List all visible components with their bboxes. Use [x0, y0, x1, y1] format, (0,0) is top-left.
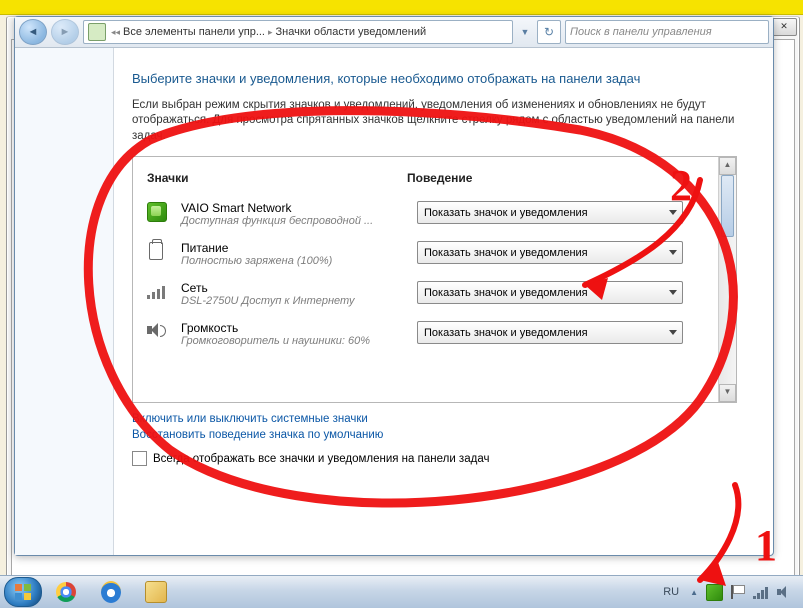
- main-pane: Выберите значки и уведомления, которые н…: [114, 48, 773, 555]
- nav-bar: ◄ ► ◂◂ Все элементы панели упр... ▸ Знач…: [15, 17, 773, 48]
- breadcrumb-root[interactable]: Все элементы панели упр...: [123, 26, 265, 38]
- control-panel-window: ◄ ► ◂◂ Все элементы панели упр... ▸ Знач…: [14, 16, 774, 556]
- system-tray: RU ▲: [660, 584, 799, 601]
- row-subtitle: Полностью заряжена (100%): [181, 255, 407, 267]
- breadcrumb-dropdown[interactable]: ▼: [517, 27, 533, 37]
- refresh-button[interactable]: ↻: [537, 20, 561, 44]
- behavior-dropdown[interactable]: Показать значок и уведомления: [417, 241, 683, 264]
- vaio-icon: [147, 202, 167, 222]
- page-description: Если выбран режим скрытия значков и увед…: [132, 98, 737, 145]
- tray-action-center-icon[interactable]: [731, 585, 745, 599]
- scroll-up-button[interactable]: ▲: [719, 157, 736, 175]
- dropdown-value: Показать значок и уведомления: [424, 207, 588, 219]
- column-header-behavior: Поведение: [407, 171, 704, 185]
- always-show-checkbox[interactable]: [132, 451, 147, 466]
- list-item: VAIO Smart Network Доступная функция бес…: [147, 197, 704, 237]
- network-icon: [147, 285, 165, 299]
- row-subtitle: Доступная функция беспроводной ...: [181, 215, 407, 227]
- page-heading: Выберите значки и уведомления, которые н…: [132, 70, 737, 88]
- back-button[interactable]: ◄: [19, 19, 47, 45]
- explorer-icon: [145, 581, 167, 603]
- close-button[interactable]: ✕: [771, 18, 797, 36]
- language-indicator[interactable]: RU: [660, 584, 682, 600]
- tray-volume-icon[interactable]: [777, 585, 793, 599]
- row-subtitle: Громкоговоритель и наушники: 60%: [181, 335, 407, 347]
- start-button[interactable]: [4, 577, 42, 607]
- taskbar-ie[interactable]: [90, 578, 132, 606]
- ie-icon: [101, 581, 121, 603]
- taskbar-chrome[interactable]: [45, 578, 87, 606]
- list-item: Питание Полностью заряжена (100%) Показа…: [147, 237, 704, 277]
- chrome-icon: [56, 582, 76, 602]
- forward-button[interactable]: ►: [51, 19, 79, 45]
- taskbar: RU ▲: [0, 575, 803, 608]
- link-toggle-system-icons[interactable]: Включить или выключить системные значки: [132, 413, 737, 425]
- taskbar-explorer[interactable]: [135, 578, 177, 606]
- row-subtitle: DSL-2750U Доступ к Интернету: [181, 295, 407, 307]
- tray-overflow-button[interactable]: ▲: [690, 588, 698, 597]
- scroll-down-button[interactable]: ▼: [719, 384, 736, 402]
- column-header-icons: Значки: [147, 171, 407, 185]
- tray-network-icon[interactable]: [753, 586, 769, 599]
- background-strip: [0, 0, 803, 15]
- dropdown-value: Показать значок и уведомления: [424, 327, 588, 339]
- row-title: VAIO Smart Network: [181, 201, 407, 215]
- icon-list-box: Значки Поведение VAIO Smart Network Дост…: [132, 156, 737, 403]
- always-show-label: Всегда отображать все значки и уведомлен…: [153, 453, 489, 465]
- row-title: Питание: [181, 241, 407, 255]
- chevron-icon: ◂◂: [111, 27, 120, 38]
- dropdown-value: Показать значок и уведомления: [424, 247, 588, 259]
- address-bar[interactable]: ◂◂ Все элементы панели упр... ▸ Значки о…: [83, 20, 513, 44]
- scrollbar[interactable]: ▲ ▼: [718, 157, 736, 402]
- chevron-right-icon: ▸: [268, 27, 273, 38]
- breadcrumb: ◂◂ Все элементы панели упр... ▸ Значки о…: [111, 26, 426, 38]
- search-input[interactable]: Поиск в панели управления: [565, 20, 769, 44]
- row-title: Сеть: [181, 281, 407, 295]
- control-panel-icon: [88, 23, 106, 41]
- behavior-dropdown[interactable]: Показать значок и уведомления: [417, 201, 683, 224]
- power-icon: [149, 242, 163, 260]
- list-item: Громкость Громкоговоритель и наушники: 6…: [147, 317, 704, 357]
- row-title: Громкость: [181, 321, 407, 335]
- scroll-thumb[interactable]: [721, 175, 734, 237]
- behavior-dropdown[interactable]: Показать значок и уведомления: [417, 281, 683, 304]
- tray-vaio-icon[interactable]: [706, 584, 723, 601]
- dropdown-value: Показать значок и уведомления: [424, 287, 588, 299]
- link-restore-default[interactable]: Восстановить поведение значка по умолчан…: [132, 429, 737, 441]
- behavior-dropdown[interactable]: Показать значок и уведомления: [417, 321, 683, 344]
- navigation-pane: [15, 48, 114, 555]
- search-placeholder: Поиск в панели управления: [570, 26, 712, 38]
- volume-icon: [147, 322, 165, 338]
- breadcrumb-current[interactable]: Значки области уведомлений: [276, 26, 427, 38]
- list-item: Сеть DSL-2750U Доступ к Интернету Показа…: [147, 277, 704, 317]
